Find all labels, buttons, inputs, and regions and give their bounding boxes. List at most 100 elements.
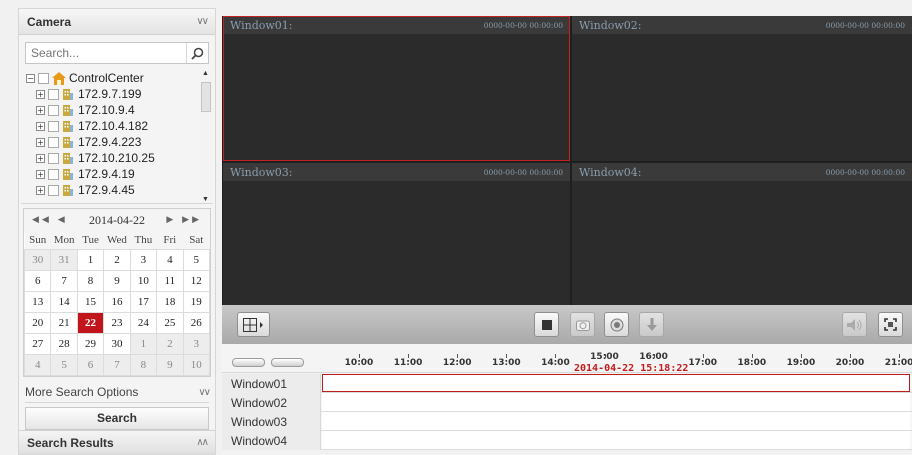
search-icon[interactable] xyxy=(186,43,208,63)
calendar-day[interactable]: 11 xyxy=(156,269,184,292)
calendar-day[interactable]: 24 xyxy=(129,311,158,334)
timeline-track[interactable]: Window02 xyxy=(222,393,912,412)
video-window-02[interactable]: Window02: 0000-00-00 00:00:00 xyxy=(572,16,912,161)
video-window-04[interactable]: Window04: 0000-00-00 00:00:00 xyxy=(572,163,912,305)
calendar-day[interactable]: 13 xyxy=(23,290,52,313)
scroll-thumb[interactable] xyxy=(201,82,211,112)
tree-device-item[interactable]: +172.9.4.45 xyxy=(21,182,213,198)
calendar-day[interactable]: 18 xyxy=(156,290,184,313)
capture-button[interactable] xyxy=(570,312,595,337)
calendar-day[interactable]: 8 xyxy=(129,353,158,376)
calendar-day[interactable]: 7 xyxy=(103,353,131,376)
calendar-day[interactable]: 5 xyxy=(50,353,78,376)
tree-checkbox[interactable] xyxy=(48,136,59,148)
tree-checkbox[interactable] xyxy=(38,72,49,84)
search-button[interactable]: Search xyxy=(25,406,209,430)
calendar-day[interactable]: 9 xyxy=(156,353,184,376)
calendar-day[interactable]: 7 xyxy=(50,269,78,292)
calendar-day[interactable]: 26 xyxy=(182,311,211,334)
collapse-icon[interactable]: ∨∨ xyxy=(196,16,209,27)
collapse-node-icon[interactable]: − xyxy=(26,73,35,83)
calendar-day[interactable]: 8 xyxy=(76,269,105,292)
tree-checkbox[interactable] xyxy=(48,104,59,116)
calendar-day[interactable]: 30 xyxy=(23,248,52,271)
track-bar[interactable] xyxy=(322,431,910,449)
calendar-day[interactable]: 3 xyxy=(182,332,211,355)
calendar-day[interactable]: 20 xyxy=(23,311,52,334)
tree-checkbox[interactable] xyxy=(48,168,59,180)
calendar-day[interactable]: 21 xyxy=(50,311,78,334)
calendar-day[interactable]: 27 xyxy=(23,332,52,355)
expand-node-icon[interactable]: + xyxy=(36,121,45,131)
track-bar[interactable] xyxy=(322,393,910,411)
calendar-day[interactable]: 6 xyxy=(76,353,105,376)
calendar-day[interactable]: 1 xyxy=(76,248,105,271)
expand-node-icon[interactable]: + xyxy=(36,185,45,195)
calendar-day-selected[interactable]: 22 xyxy=(76,311,105,334)
track-bar[interactable] xyxy=(322,412,910,430)
expand-node-icon[interactable]: + xyxy=(36,137,45,147)
tree-device-item[interactable]: +172.9.4.223 xyxy=(21,134,213,150)
calendar-day[interactable]: 2 xyxy=(103,248,131,271)
calendar-day[interactable]: 12 xyxy=(182,269,211,292)
next-month-icon[interactable]: ▶ ▶▶ xyxy=(166,215,202,225)
expand-node-icon[interactable]: + xyxy=(36,169,45,179)
expand-icon[interactable]: ∨∨ xyxy=(198,387,211,398)
calendar-day[interactable]: 31 xyxy=(50,248,78,271)
calendar-day[interactable]: 4 xyxy=(23,353,52,376)
calendar-day[interactable]: 10 xyxy=(182,353,211,376)
calendar-day[interactable]: 1 xyxy=(129,332,158,355)
search-results-header[interactable]: Search Results ∧∧ xyxy=(19,430,215,454)
record-button[interactable] xyxy=(604,312,629,337)
expand-node-icon[interactable]: + xyxy=(36,153,45,163)
stop-button[interactable] xyxy=(534,312,559,337)
calendar-day[interactable]: 16 xyxy=(103,290,131,313)
video-window-01[interactable]: Window01: 0000-00-00 00:00:00 xyxy=(223,16,570,161)
calendar-day[interactable]: 3 xyxy=(129,248,158,271)
tree-device-item[interactable]: +172.9.7.199 xyxy=(21,86,213,102)
calendar-day[interactable]: 17 xyxy=(129,290,158,313)
calendar-day[interactable]: 14 xyxy=(50,290,78,313)
calendar-day[interactable]: 2 xyxy=(156,332,184,355)
tree-device-item[interactable]: +172.10.9.4 xyxy=(21,102,213,118)
expand-up-icon[interactable]: ∧∧ xyxy=(196,437,209,448)
expand-node-icon[interactable]: + xyxy=(36,105,45,115)
tree-checkbox[interactable] xyxy=(48,152,59,164)
calendar-day[interactable]: 23 xyxy=(103,311,131,334)
calendar-day[interactable]: 6 xyxy=(23,269,52,292)
calendar-day[interactable]: 19 xyxy=(182,290,211,313)
tree-checkbox[interactable] xyxy=(48,88,59,100)
timeline-track[interactable]: Window01 xyxy=(222,374,912,393)
tree-scrollbar[interactable]: ▲ ▼ xyxy=(200,70,212,203)
calendar-day[interactable]: 30 xyxy=(103,332,131,355)
tree-device-item[interactable]: +172.10.210.25 xyxy=(21,150,213,166)
timeline-track[interactable]: Window03 xyxy=(222,412,912,431)
track-bar[interactable] xyxy=(322,374,910,392)
timeline-track[interactable]: Window04 xyxy=(222,431,912,450)
video-window-03[interactable]: Window03: 0000-00-00 00:00:00 xyxy=(223,163,570,305)
scroll-down-icon[interactable]: ▼ xyxy=(202,196,209,203)
zoom-out-button[interactable] xyxy=(232,358,265,367)
calendar-day[interactable]: 9 xyxy=(103,269,131,292)
calendar-day[interactable]: 10 xyxy=(129,269,158,292)
tree-checkbox[interactable] xyxy=(48,120,59,132)
fullscreen-button[interactable] xyxy=(878,312,903,337)
zoom-in-button[interactable] xyxy=(271,358,304,367)
tree-checkbox[interactable] xyxy=(48,184,59,196)
audio-button[interactable] xyxy=(842,312,867,337)
layout-button[interactable] xyxy=(237,312,270,337)
expand-node-icon[interactable]: + xyxy=(36,89,45,99)
calendar-day[interactable]: 5 xyxy=(182,248,211,271)
camera-panel-header[interactable]: Camera ∨∨ xyxy=(19,9,215,35)
camera-search-input[interactable] xyxy=(26,43,186,63)
calendar-day[interactable]: 15 xyxy=(76,290,105,313)
prev-month-icon[interactable]: ◀◀ ◀ xyxy=(32,215,68,225)
more-search-options[interactable]: More Search Options ∨∨ xyxy=(25,383,211,403)
calendar-day[interactable]: 29 xyxy=(76,332,105,355)
calendar-day[interactable]: 25 xyxy=(156,311,184,334)
tree-device-item[interactable]: +172.10.4.182 xyxy=(21,118,213,134)
calendar-day[interactable]: 4 xyxy=(156,248,184,271)
download-button[interactable] xyxy=(639,312,664,337)
scroll-up-icon[interactable]: ▲ xyxy=(202,70,209,77)
calendar-day[interactable]: 28 xyxy=(50,332,78,355)
